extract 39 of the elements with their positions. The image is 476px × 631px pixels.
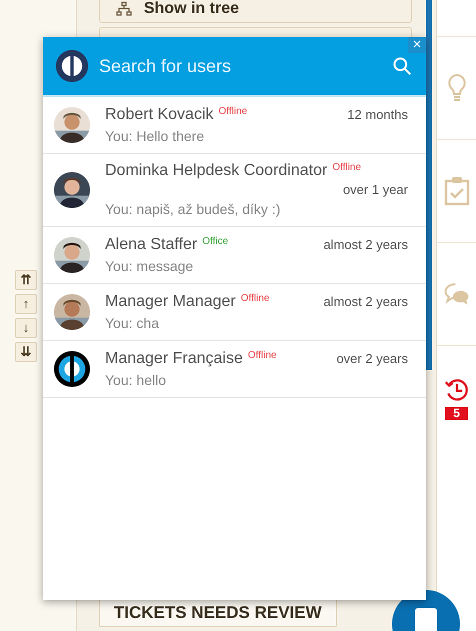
last-message: You: Hello there xyxy=(105,128,206,144)
user-name: Robert Kovacik xyxy=(105,106,214,124)
last-message-time: over 1 year xyxy=(342,181,408,197)
close-button[interactable]: × xyxy=(408,37,426,53)
last-message: You: cha xyxy=(105,315,160,331)
notification-badge: 5 xyxy=(445,406,468,420)
user-list-item[interactable]: Alena Staffer Office almost 2 years You: message xyxy=(43,227,426,284)
avatar-logo-icon xyxy=(53,350,91,388)
sort-button[interactable]: ⇊ xyxy=(15,342,37,362)
last-message: You: napiš, až budeš, díky :) xyxy=(105,201,282,217)
toolbar-button[interactable]: Show in tree xyxy=(98,0,412,23)
status-label: Offline xyxy=(240,293,270,304)
scrollbar[interactable] xyxy=(426,0,432,370)
status-label: Offline xyxy=(248,350,277,361)
last-message-time: almost 2 years xyxy=(323,293,408,309)
sort-button[interactable]: ↓ xyxy=(15,318,37,338)
status-label: Office xyxy=(202,236,228,247)
last-message-time: 12 months xyxy=(347,106,408,122)
user-list-item[interactable]: Manager Manager Offline almost 2 years You: cha xyxy=(43,284,426,341)
user-list-item[interactable]: Manager Française Offline over 2 years You: hello xyxy=(43,341,426,398)
user-name: Manager Française xyxy=(105,350,243,368)
status-label: Offline xyxy=(332,162,362,173)
clipboard-check-icon[interactable] xyxy=(444,176,470,206)
sort-button[interactable]: ⇈ xyxy=(15,270,37,290)
tickets-review-button[interactable]: TICKETS NEEDS REVIEW xyxy=(98,599,337,627)
user-name: Manager Manager xyxy=(105,293,236,311)
user-name: Alena Staffer xyxy=(105,236,198,254)
last-message-time: almost 2 years xyxy=(323,236,408,252)
status-label: Offline xyxy=(218,106,248,117)
user-name: Dominka Helpdesk Coordinator xyxy=(105,162,328,180)
search-icon[interactable] xyxy=(392,56,412,76)
last-message: You: message xyxy=(105,258,194,274)
user-list-item[interactable]: Robert Kovacik Offline 12 months You: Hello there xyxy=(43,97,426,154)
user-list-item[interactable]: Dominka Helpdesk Coordinator Offline over 1 year You: napiš, až budeš, díky :) xyxy=(43,154,426,227)
sort-button[interactable]: ↑ xyxy=(15,294,37,314)
last-message: You: hello xyxy=(105,372,167,388)
last-message-time: over 2 years xyxy=(336,350,408,366)
tree-icon xyxy=(116,1,132,17)
logo-icon xyxy=(55,49,89,83)
